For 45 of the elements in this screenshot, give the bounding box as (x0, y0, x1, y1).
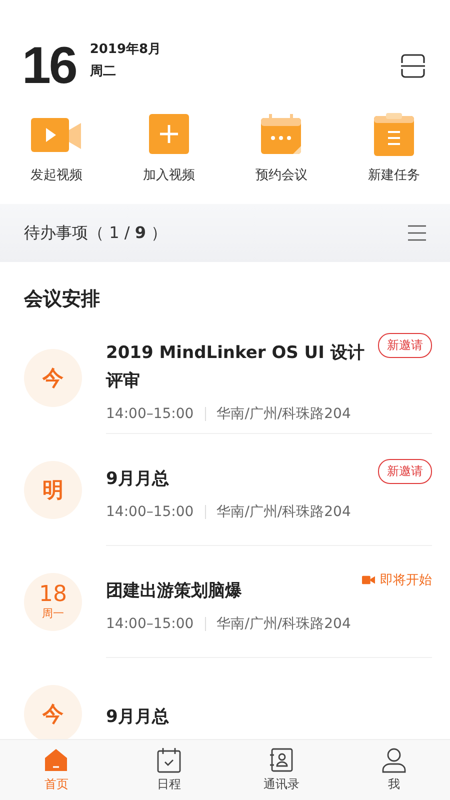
date-badge: 明 (24, 461, 82, 519)
meeting-title: 2019 MindLinker OS UI 设计评审 (106, 342, 366, 392)
action-button[interactable]: 新建任务 (348, 112, 439, 204)
invite-badge: 新邀请 (378, 458, 432, 484)
meeting-title: 团建出游策划脑爆 (106, 580, 243, 602)
action-button[interactable]: 发起视频 (11, 112, 102, 204)
invite-badge: 新邀请 (378, 332, 432, 358)
plus-icon (148, 113, 190, 155)
section-title: 会议安排 (22, 287, 101, 312)
action-button[interactable]: 预约会议 (236, 112, 326, 204)
meeting-location: 华南/广州/科珠路204 (216, 614, 351, 632)
home-icon (43, 747, 70, 773)
calendar-icon (259, 112, 304, 156)
calendar-icon (156, 747, 182, 773)
meeting-item[interactable]: 明 9月月总 新邀请 14:00–15:00 华南/广州/科珠路204 (0, 434, 450, 546)
meeting-time: 14:00–15:00 (106, 504, 194, 520)
tab-item[interactable]: 通讯录 (225, 740, 338, 800)
date-badge: 今 (24, 685, 82, 740)
contacts-icon (268, 747, 294, 773)
status-label: 即将开始 (380, 572, 432, 588)
tab-item[interactable]: 我 (338, 740, 450, 800)
meeting-title: 9月月总 (106, 706, 170, 728)
video-camera-icon (362, 574, 375, 584)
meeting-item[interactable]: 18 周一 团建出游策划脑爆 即将开始 14:00–15:00 华南/广州/科珠路204 (0, 546, 450, 658)
clipboard-icon (372, 112, 415, 156)
weekday-label: 周二 (90, 63, 117, 80)
person-icon (380, 747, 407, 773)
date-number: 18 (39, 584, 67, 606)
scan-button[interactable] (398, 51, 428, 81)
day-number: 16 (22, 38, 76, 94)
meeting-time: 14:00–15:00 (106, 406, 194, 422)
scan-icon (400, 53, 426, 79)
meeting-time: 14:00–15:00 (106, 616, 194, 632)
month-label: 2019年8月 (90, 41, 162, 58)
todo-title: 待办事项（ 1 / 9 ） (24, 222, 168, 244)
date-badge: 今 (24, 349, 82, 407)
action-button[interactable]: 加入视频 (124, 112, 214, 204)
tab-item[interactable]: 日程 (112, 740, 225, 800)
meeting-location: 华南/广州/科珠路204 (216, 502, 351, 520)
meeting-title: 9月月总 (106, 468, 170, 490)
meeting-item[interactable]: 今 2019 MindLinker OS UI 设计评审 新邀请 14:00–15:00 华南/广州/科珠路204 (0, 322, 450, 434)
meeting-location: 华南/广州/科珠路204 (216, 404, 351, 422)
menu-icon (408, 225, 426, 241)
todo-bar[interactable]: 待办事项（ 1 / 9 ） (0, 204, 450, 262)
weekday-label: 周一 (42, 606, 64, 620)
